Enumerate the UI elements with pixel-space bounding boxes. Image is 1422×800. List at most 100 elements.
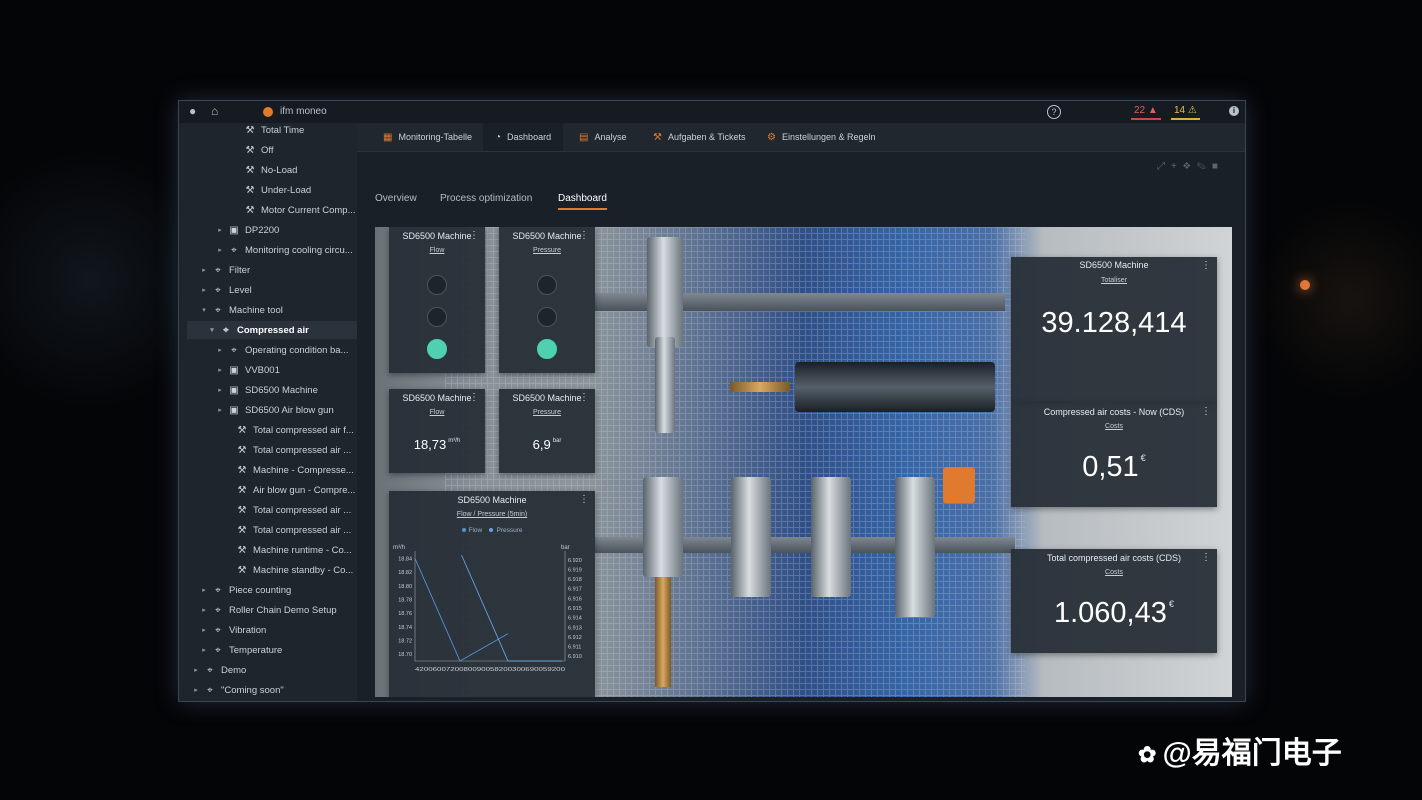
user-icon[interactable]: ● [189,104,196,118]
tree-item[interactable]: ⚒ Under-Load [231,181,312,199]
tree-item[interactable]: ⚒ Air blow gun - Compre... [223,481,356,499]
sidebar-tree: ⚒ Total Time ⚒ Off ⚒ No-Load ⚒ Under-Load ⚒ Motor… [179,123,357,701]
widget-costs-now[interactable]: Compressed air costs - Now (CDS) ⋮ Costs… [1011,403,1217,507]
sensor-icon: ⚒ [245,124,255,136]
chevron-right-icon[interactable]: ▸ [199,646,209,654]
tree-item-label: Temperature [229,644,283,656]
dashboard-canvas: SD6500 Machine ⋮ Flow SD6500 Machine ⋮ P… [375,227,1232,697]
widget-flow-value[interactable]: SD6500 Machine ⋮ Flow 18,73 m³/h [389,389,485,473]
chevron-right-icon[interactable]: ▸ [191,686,201,694]
tab-aufgaben-tickets[interactable]: ⚒ Aufgaben & Tickets [641,123,758,151]
info-icon[interactable]: i [1229,106,1239,116]
delete-icon[interactable]: ■ [1212,161,1224,172]
tree-item[interactable]: ⚒ No-Load [231,161,298,179]
tree-item[interactable]: ⚒ Motor Current Comp... [231,201,356,219]
chevron-right-icon[interactable]: ▸ [215,406,225,414]
tree-item-label: VVB001 [245,364,280,376]
tree-item[interactable]: ▸ ⌖ Roller Chain Demo Setup [199,601,337,619]
tree-item[interactable]: ▸ ⌖ Filter [199,261,250,279]
home-icon[interactable]: ⌂ [211,104,218,118]
tree-item[interactable]: ⚒ Total Time [231,123,305,139]
widget-pressure-lamps[interactable]: SD6500 Machine ⋮ Pressure [499,227,595,373]
widget-menu-icon[interactable]: ⋮ [469,392,479,403]
tree-item[interactable]: ▸ ⌖ "Coming soon" [191,681,284,699]
widget-costs-total[interactable]: Total compressed air costs (CDS) ⋮ Costs… [1011,549,1217,653]
tree-item[interactable]: ▸ ⌖ Level [199,281,251,299]
widget-menu-icon[interactable]: ⋮ [579,230,589,241]
subtab-process-optimization[interactable]: Process optimization [440,193,532,208]
y-left-tick-label: 18.76 [398,611,412,617]
widget-pressure-value[interactable]: SD6500 Machine ⋮ Pressure 6,9 bar [499,389,595,473]
add-icon[interactable]: + [1171,161,1183,172]
chart-icon: ▤ [579,131,589,143]
chevron-right-icon[interactable]: ▸ [215,366,225,374]
chevron-right-icon[interactable]: ▸ [199,586,209,594]
pin-icon[interactable]: ❖ [1183,161,1197,172]
edit-icon[interactable]: ✎ [1197,161,1212,172]
widget-menu-icon[interactable]: ⋮ [1201,552,1211,563]
tree-item[interactable]: ⚒ Total compressed air ... [223,501,352,519]
tree-item[interactable]: ⚒ Machine runtime - Co... [223,541,352,559]
series-pressure-line [461,554,562,662]
fullscreen-icon[interactable]: ⤢ [1157,161,1171,172]
tree-item[interactable]: ▸ ⌖ Piece counting [199,581,291,599]
alarm-count-red[interactable]: 22 ▲ [1131,105,1161,120]
tab-einstellungen-regeln[interactable]: ⚙ Einstellungen & Regeln [755,123,888,151]
help-icon[interactable]: ? [1047,105,1061,119]
tree-item[interactable]: ▸ ⌖ Demo [191,661,246,679]
chevron-right-icon[interactable]: ▸ [215,226,225,234]
tree-item[interactable]: ▸ ⌖ Monitoring cooling circu... [215,241,352,259]
warning-count-yellow[interactable]: 14 ⚠ [1171,105,1200,120]
location-icon: ⌖ [215,264,221,276]
tree-item[interactable]: ▸ ⌖ Temperature [199,641,282,659]
chevron-right-icon[interactable]: ▸ [215,346,225,354]
tab-dashboard[interactable]: ◔ Dashboard [483,123,564,151]
widget-totaliser[interactable]: SD6500 Machine ⋮ Totaliser 39.128,414 [1011,257,1217,403]
chevron-right-icon[interactable]: ▸ [215,246,225,254]
chevron-down-icon[interactable]: ▾ [199,306,209,314]
tree-item[interactable]: ▸ ▣ VVB001 [215,361,280,379]
y-left-tick-label: 18.80 [398,584,412,590]
widget-menu-icon[interactable]: ⋮ [1201,260,1211,271]
gauge-icon: ◔ [495,131,502,143]
widget-menu-icon[interactable]: ⋮ [1201,406,1211,417]
tree-item[interactable]: ▾ ⌖ Machine tool [199,301,283,319]
sensor-icon: ⚒ [245,184,255,196]
tab-analyse[interactable]: ▤ Analyse [567,123,638,151]
subtab-dashboard[interactable]: Dashboard [558,193,607,210]
subtab-overview[interactable]: Overview [375,193,417,208]
legend-item-pressure[interactable]: Pressure [489,527,522,534]
tree-item[interactable]: ⚒ Total compressed air ... [223,521,352,539]
tree-item[interactable]: ⚒ Total compressed air f... [223,421,354,439]
tree-item[interactable]: ⚒ Off [231,141,274,159]
tool-holder [731,477,771,597]
tab-monitoring-tabelle[interactable]: ▦ Monitoring-Tabelle [371,123,484,151]
y-right-tick-label: 6.911 [568,645,581,651]
chevron-right-icon[interactable]: ▸ [191,666,201,674]
chevron-right-icon[interactable]: ▸ [199,626,209,634]
location-icon: ⌖ [215,584,221,596]
tree-item[interactable]: ▸ ▣ SD6500 Air blow gun [215,401,334,419]
tree-item[interactable]: ▸ ⌖ Vibration [199,621,266,639]
tree-item[interactable]: ⚒ Machine - Compresse... [223,461,354,479]
widget-menu-icon[interactable]: ⋮ [469,230,479,241]
y-right-tick-label: 6.920 [568,558,582,564]
chevron-right-icon[interactable]: ▸ [199,606,209,614]
tree-item[interactable]: ⚒ Total compressed air ... [223,441,352,459]
y-right-tick-label: 6.918 [568,577,582,583]
tree-item[interactable]: ▸ ⌖ Operating condition ba... [215,341,348,359]
tree-item[interactable]: ▾ ⌖ Compressed air [207,321,309,339]
widget-menu-icon[interactable]: ⋮ [579,392,589,403]
tree-item[interactable]: ⚒ Machine standby - Co... [223,561,354,579]
bell-icon: ▲ [1147,105,1158,116]
tree-item[interactable]: ▸ ▣ DP2200 [215,221,279,239]
widget-menu-icon[interactable]: ⋮ [579,494,589,505]
widget-flow-lamps[interactable]: SD6500 Machine ⋮ Flow [389,227,485,373]
chevron-right-icon[interactable]: ▸ [199,266,209,274]
chevron-right-icon[interactable]: ▸ [199,286,209,294]
chevron-down-icon[interactable]: ▾ [207,326,217,334]
legend-item-flow[interactable]: Flow [461,527,482,534]
tree-item[interactable]: ▸ ▣ SD6500 Machine [215,381,318,399]
chevron-right-icon[interactable]: ▸ [215,386,225,394]
widget-flow-pressure-chart[interactable]: SD6500 Machine ⋮ Flow / Pressure (5min) … [389,491,595,697]
